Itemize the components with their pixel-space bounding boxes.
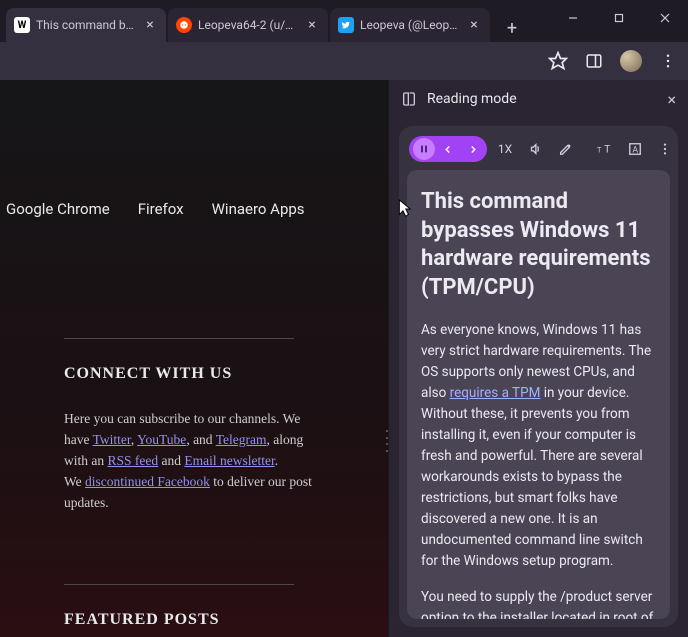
section-heading: CONNECT WITH US <box>64 365 382 383</box>
tab-3[interactable]: Leopeva (@Leopeva… × <box>330 8 490 42</box>
sidepanel-toggle-icon[interactable] <box>584 51 604 71</box>
article-paragraph: You need to supply the /product server o… <box>421 587 656 619</box>
web-page: Google Chrome Firefox Winaero Apps CONNE… <box>0 80 388 637</box>
favicon-twitter <box>338 17 354 33</box>
window-controls <box>550 0 688 36</box>
tab-1[interactable]: W This command bypass… × <box>6 8 166 42</box>
minimize-button[interactable] <box>550 0 596 36</box>
tab-strip: W This command bypass… × Leopeva64-2 (u/… <box>0 0 526 42</box>
section-heading: FEATURED POSTS <box>64 611 382 629</box>
svg-text:A: A <box>632 146 638 156</box>
bookmark-star-icon[interactable] <box>548 51 568 71</box>
link-twitter[interactable]: Twitter <box>93 432 131 447</box>
tab-2[interactable]: Leopeva64-2 (u/Leope… × <box>168 8 328 42</box>
browser-toolbar <box>0 42 688 80</box>
prev-button[interactable] <box>437 138 459 160</box>
play-pause-button[interactable] <box>413 138 435 160</box>
divider <box>64 584 294 585</box>
svg-text:T: T <box>604 143 611 156</box>
link-rss[interactable]: RSS feed <box>108 453 159 468</box>
tab-title: Leopeva64-2 (u/Leope… <box>198 18 298 32</box>
reader-content[interactable]: This command bypasses Windows 11 hardwar… <box>407 170 670 619</box>
nav-link-firefox[interactable]: Firefox <box>138 200 184 218</box>
tab-title: Leopeva (@Leopeva… <box>360 18 460 32</box>
sidepanel-close-icon[interactable]: × <box>667 90 676 109</box>
book-icon <box>401 91 417 107</box>
nav-link-apps[interactable]: Winaero Apps <box>212 200 305 218</box>
link-email-newsletter[interactable]: Email newsletter <box>184 453 274 468</box>
sidepanel-title: Reading mode <box>427 91 517 107</box>
profile-avatar[interactable] <box>620 50 642 72</box>
article-heading: This command bypasses Windows 11 hardwar… <box>421 188 656 302</box>
pane-resize-handle[interactable] <box>384 430 390 452</box>
close-window-button[interactable] <box>642 0 688 36</box>
article-paragraph: As everyone knows, Windows 11 has very s… <box>421 320 656 571</box>
reader-more-icon[interactable] <box>653 136 677 162</box>
link-youtube[interactable]: YouTube <box>137 432 186 447</box>
svg-text:T: T <box>597 147 602 155</box>
nav-link-chrome[interactable]: Google Chrome <box>6 200 110 218</box>
next-button[interactable] <box>461 138 483 160</box>
new-tab-button[interactable]: + <box>498 14 526 42</box>
close-icon[interactable]: × <box>142 17 158 33</box>
content-split: Google Chrome Firefox Winaero Apps CONNE… <box>0 80 688 637</box>
close-icon[interactable]: × <box>466 17 482 33</box>
playback-pill <box>409 136 487 162</box>
divider <box>64 338 294 339</box>
close-icon[interactable]: × <box>304 17 320 33</box>
section-body: Here you can subscribe to our channels. … <box>64 409 314 514</box>
font-button[interactable]: A <box>623 136 647 162</box>
voice-button[interactable] <box>523 136 547 162</box>
favicon-reddit <box>176 17 192 33</box>
favicon-winaero: W <box>14 17 30 33</box>
text-size-button[interactable]: TT <box>593 136 617 162</box>
maximize-button[interactable] <box>596 0 642 36</box>
featured-section: FEATURED POSTS <box>6 584 382 629</box>
reader-toolbar: 1X TT A <box>407 136 670 170</box>
reading-mode-panel: Reading mode × <box>388 80 688 637</box>
overflow-menu-icon[interactable] <box>658 51 678 71</box>
sidepanel-header: Reading mode × <box>389 80 688 118</box>
window-titlebar: W This command bypass… × Leopeva64-2 (u/… <box>0 0 688 42</box>
link-requires-tpm[interactable]: requires a TPM <box>450 385 541 401</box>
speed-button[interactable]: 1X <box>493 136 517 162</box>
connect-section: CONNECT WITH US Here you can subscribe t… <box>6 338 382 514</box>
link-discontinued-facebook[interactable]: discontinued Facebook <box>85 474 210 489</box>
link-telegram[interactable]: Telegram <box>216 432 267 447</box>
site-nav: Google Chrome Firefox Winaero Apps <box>6 200 382 218</box>
highlight-button[interactable] <box>553 136 577 162</box>
tab-title: This command bypass… <box>36 18 136 32</box>
reader-card: 1X TT A <box>399 126 678 627</box>
